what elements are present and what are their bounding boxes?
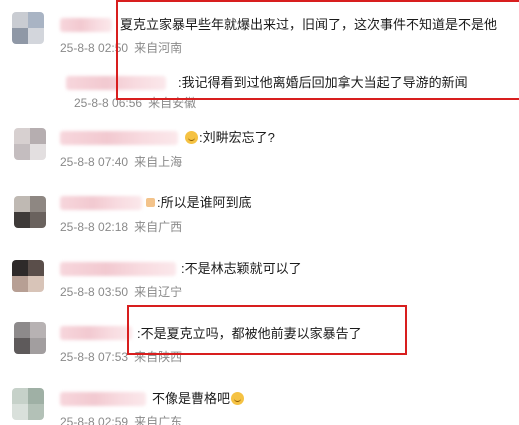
- avatar[interactable]: [12, 388, 44, 420]
- comment-item: 夏克立家暴早些年就爆出来过，旧闻了，这次事件不知道是不是他 25-8-8 02:…: [0, 0, 519, 60]
- highlight-line-bottom: [116, 98, 519, 100]
- comment-location: 来自河南: [134, 41, 183, 55]
- username-blurred[interactable]: [60, 326, 132, 340]
- emoji-icon: [231, 392, 245, 405]
- comment-meta: 25-8-8 02:18 来自广西: [60, 220, 182, 234]
- username-blurred[interactable]: [60, 18, 112, 32]
- avatar[interactable]: [14, 322, 46, 354]
- comment-location: 来自广东: [134, 415, 183, 425]
- comment-meta: 25-8-8 02:59 来自广东: [60, 415, 182, 425]
- comment-text-content: 不像是曹格吧: [152, 391, 231, 406]
- comment-text: :所以是谁阿到底: [146, 195, 252, 211]
- username-blurred[interactable]: [60, 392, 146, 406]
- avatar[interactable]: [12, 260, 44, 292]
- comment-location: 来自辽宁: [134, 285, 183, 299]
- comment-date: 25-8-8 02:18: [60, 220, 129, 234]
- comment-text: :刘畊宏忘了?: [184, 130, 275, 146]
- avatar[interactable]: [14, 128, 46, 160]
- comment-meta: 25-8-8 07:40 来自上海: [60, 155, 182, 169]
- comment-text: 夏克立家暴早些年就爆出来过，旧闻了，这次事件不知道是不是他: [120, 17, 498, 32]
- avatar[interactable]: [12, 12, 44, 44]
- avatar[interactable]: [14, 196, 46, 228]
- emoji-icon: [185, 131, 198, 144]
- comment-date: 25-8-8 07:40: [60, 155, 129, 169]
- comment-date: 25-8-8 03:50: [60, 285, 129, 299]
- comment-date: 25-8-8 02:59: [60, 415, 129, 425]
- username-blurred[interactable]: [60, 131, 178, 145]
- comment-item: :所以是谁阿到底 25-8-8 02:18 来自广西: [0, 182, 519, 240]
- comment-text-content: :刘畊宏忘了?: [199, 130, 275, 145]
- comment-screenshot: 夏克立家暴早些年就爆出来过，旧闻了，这次事件不知道是不是他 25-8-8 02:…: [0, 0, 519, 425]
- comment-location: 来自上海: [134, 155, 183, 169]
- comment-item: :刘畊宏忘了? 25-8-8 07:40 来自上海: [0, 118, 519, 176]
- highlight-line-top: [116, 0, 519, 2]
- comment-item: 不像是曹格吧 25-8-8 02:59 来自广东: [0, 378, 519, 425]
- comment-text: :我记得看到过他离婚后回加拿大当起了导游的新闻: [178, 75, 468, 90]
- comment-meta: 25-8-8 02:50 来自河南: [60, 41, 182, 55]
- username-blurred[interactable]: [60, 196, 142, 210]
- comment-text: :不是林志颖就可以了: [181, 261, 302, 276]
- comment-meta: 25-8-8 03:50 来自辽宁: [60, 285, 182, 299]
- comment-item: :不是林志颖就可以了 25-8-8 03:50 来自辽宁: [0, 250, 519, 304]
- badge-icon: [146, 198, 155, 207]
- username-blurred[interactable]: [60, 262, 176, 276]
- highlight-line-left: [116, 0, 118, 100]
- highlight-box: [127, 305, 407, 355]
- comment-item: :我记得看到过他离婚后回加拿大当起了导游的新闻 25-8-8 06:56 来自安徽: [0, 60, 519, 110]
- comment-text-content: :所以是谁阿到底: [157, 195, 252, 210]
- comment-date: 25-8-8 07:53: [60, 350, 129, 364]
- comment-text: 不像是曹格吧: [152, 391, 245, 407]
- comment-location: 来自广西: [134, 220, 183, 234]
